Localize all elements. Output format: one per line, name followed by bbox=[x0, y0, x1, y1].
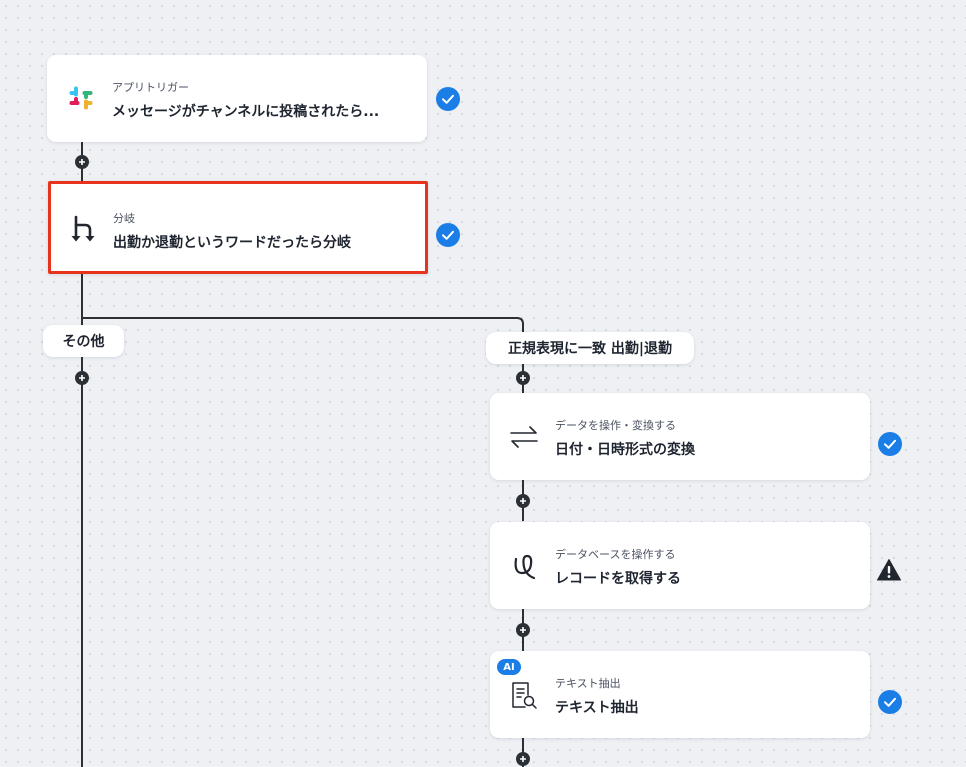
slack-icon bbox=[66, 83, 96, 113]
check-icon bbox=[878, 432, 902, 456]
convert-arrows-icon bbox=[509, 422, 539, 452]
add-step-dot[interactable] bbox=[75, 371, 89, 385]
add-step-dot[interactable] bbox=[516, 623, 530, 637]
node-subtitle: データベースを操作する bbox=[555, 548, 676, 561]
add-step-dot[interactable] bbox=[516, 752, 530, 766]
node-title: テキスト抽出 bbox=[555, 700, 639, 716]
check-icon bbox=[436, 223, 460, 247]
database-node-card[interactable]: データベースを操作する レコードを取得する bbox=[490, 522, 870, 609]
ai-badge: AI bbox=[497, 659, 521, 675]
warning-icon bbox=[877, 559, 901, 581]
add-step-dot[interactable] bbox=[75, 155, 89, 169]
branch-node-card[interactable]: 分岐 出勤か退勤というワードだったら分岐 bbox=[48, 181, 428, 274]
node-title: 日付・日時形式の変換 bbox=[555, 442, 695, 458]
add-step-dot[interactable] bbox=[516, 494, 530, 508]
branch-icon bbox=[68, 214, 98, 244]
check-icon bbox=[878, 690, 902, 714]
text-extract-node-card[interactable]: テキスト抽出 テキスト抽出 bbox=[490, 651, 870, 738]
node-title: メッセージがチャンネルに投稿されたら... bbox=[112, 104, 380, 120]
convert-node-card[interactable]: データを操作・変換する 日付・日時形式の変換 bbox=[490, 393, 870, 480]
branch-label-match[interactable]: 正規表現に一致 出勤|退勤 bbox=[486, 332, 694, 364]
database-icon bbox=[509, 551, 539, 581]
trigger-node-card[interactable]: アプリトリガー メッセージがチャンネルに投稿されたら... bbox=[47, 55, 427, 142]
node-title: 出勤か退勤というワードだったら分岐 bbox=[113, 235, 351, 251]
branch-label-other[interactable]: その他 bbox=[43, 325, 124, 357]
check-icon bbox=[436, 87, 460, 111]
document-search-icon bbox=[509, 680, 539, 710]
node-subtitle: データを操作・変換する bbox=[555, 419, 676, 432]
node-subtitle: 分岐 bbox=[113, 212, 135, 225]
node-subtitle: テキスト抽出 bbox=[555, 677, 621, 690]
node-subtitle: アプリトリガー bbox=[112, 81, 189, 94]
node-title: レコードを取得する bbox=[555, 571, 681, 587]
add-step-dot[interactable] bbox=[516, 371, 530, 385]
